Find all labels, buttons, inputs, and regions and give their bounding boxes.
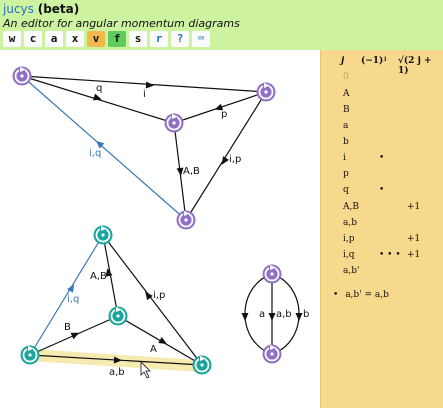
tool-button-kbd[interactable]: ⌨ (192, 31, 210, 47)
dimension-value: +1 (407, 202, 421, 212)
edge-label-ab-2: A,B (90, 271, 107, 282)
node[interactable] (262, 264, 282, 284)
header-dim: √(2 j + 1) (398, 56, 432, 76)
mode-toolbar: w c a x v f s r? ⌨ (3, 31, 210, 47)
tool-button-x[interactable]: x (66, 31, 84, 47)
edge-label-b-3: b (303, 309, 309, 320)
edge-label-p: p (221, 109, 227, 120)
edge-label-ab-bottom: a,b (109, 367, 125, 378)
arrow-ab-3 (268, 313, 276, 321)
variable-label[interactable]: A,B (343, 202, 359, 212)
variable-label[interactable]: i,q (343, 250, 355, 260)
arrow-q (92, 93, 102, 101)
tool-button-f[interactable]: f (108, 31, 126, 47)
edge-label-iq-1: i,q (89, 148, 101, 159)
tool-button-s[interactable]: s (129, 31, 147, 47)
edge-label-ip-1: i,p (229, 154, 241, 165)
edge-label-iq-2: i,q (67, 294, 79, 305)
edge-label-a-3: a (259, 309, 265, 320)
node[interactable] (20, 345, 40, 365)
app-header: jucys (beta) An editor for angular momen… (0, 0, 443, 50)
variable-label[interactable]: i,p (343, 234, 355, 244)
node[interactable] (12, 66, 32, 86)
diagram-canvas[interactable]: q i p i,q A,B i,p A,B i,q i,p B A a,b a … (0, 50, 320, 408)
edge-label-q: q (96, 83, 102, 94)
edge-label-a: A (150, 344, 157, 355)
variable-label[interactable]: a,b (343, 218, 357, 228)
tool-button-help[interactable]: ? (171, 31, 189, 47)
app-title: jucys (beta) (3, 2, 79, 16)
app-name-link[interactable]: jucys (3, 2, 34, 16)
variable-label[interactable]: q (343, 185, 349, 195)
variable-label[interactable]: a (343, 121, 348, 131)
node[interactable] (93, 225, 113, 245)
diagram-svg[interactable]: q i p i,q A,B i,p A,B i,q i,p B A a,b a … (0, 50, 320, 408)
arrow-b (70, 332, 80, 340)
app-subtitle: An editor for angular momentum diagrams (3, 17, 240, 30)
edge-label-i: i (143, 89, 146, 100)
edge-label-b: B (64, 322, 71, 333)
variable-label[interactable]: A (343, 89, 350, 99)
arrow-a (158, 336, 167, 344)
edge-label-ab-1: A,B (183, 166, 200, 177)
edge-label-ip-2: i,p (153, 290, 165, 301)
node[interactable] (164, 113, 184, 133)
node[interactable] (192, 355, 212, 375)
edge-label-ab-3: a,b (276, 309, 292, 320)
relation-text: a,b' = a,b (345, 290, 389, 300)
tool-button-v[interactable]: v (87, 31, 105, 47)
dimension-value: +1 (407, 234, 421, 244)
variable-label[interactable]: b (343, 137, 349, 147)
relation-row: • a,b' = a,b (333, 290, 389, 300)
node[interactable] (262, 344, 282, 364)
node[interactable] (256, 82, 276, 102)
arrow-i (145, 81, 154, 89)
info-panel: j (−1)ʲ √(2 j + 1) 0 A Ba b i • p q • A,B +1 a,b i,p… (320, 50, 443, 408)
variable-label[interactable]: a,b' (343, 266, 359, 276)
tool-button-r[interactable]: r (150, 31, 168, 47)
edge-iq-1[interactable] (21, 75, 187, 221)
header-j: j (341, 56, 345, 66)
variable-label[interactable]: 0 (343, 72, 349, 82)
node[interactable] (176, 210, 196, 230)
phase-dots: • (379, 153, 385, 163)
header-phase: (−1)ʲ (361, 56, 387, 66)
phase-dots: • (379, 185, 385, 195)
variable-label[interactable]: i (343, 153, 346, 163)
tool-button-c[interactable]: c (24, 31, 42, 47)
phase-dots: • • • (379, 250, 401, 260)
node[interactable] (108, 306, 128, 326)
variable-label[interactable]: p (343, 169, 349, 179)
tool-button-w[interactable]: w (3, 31, 21, 47)
beta-label: (beta) (37, 2, 80, 16)
tool-button-a[interactable]: a (45, 31, 63, 47)
relation-bullet: • (333, 290, 339, 300)
arrow-a-3 (241, 313, 249, 321)
variable-label[interactable]: B (343, 105, 350, 115)
arrow-b-3 (295, 313, 303, 321)
dimension-value: +1 (407, 250, 421, 260)
